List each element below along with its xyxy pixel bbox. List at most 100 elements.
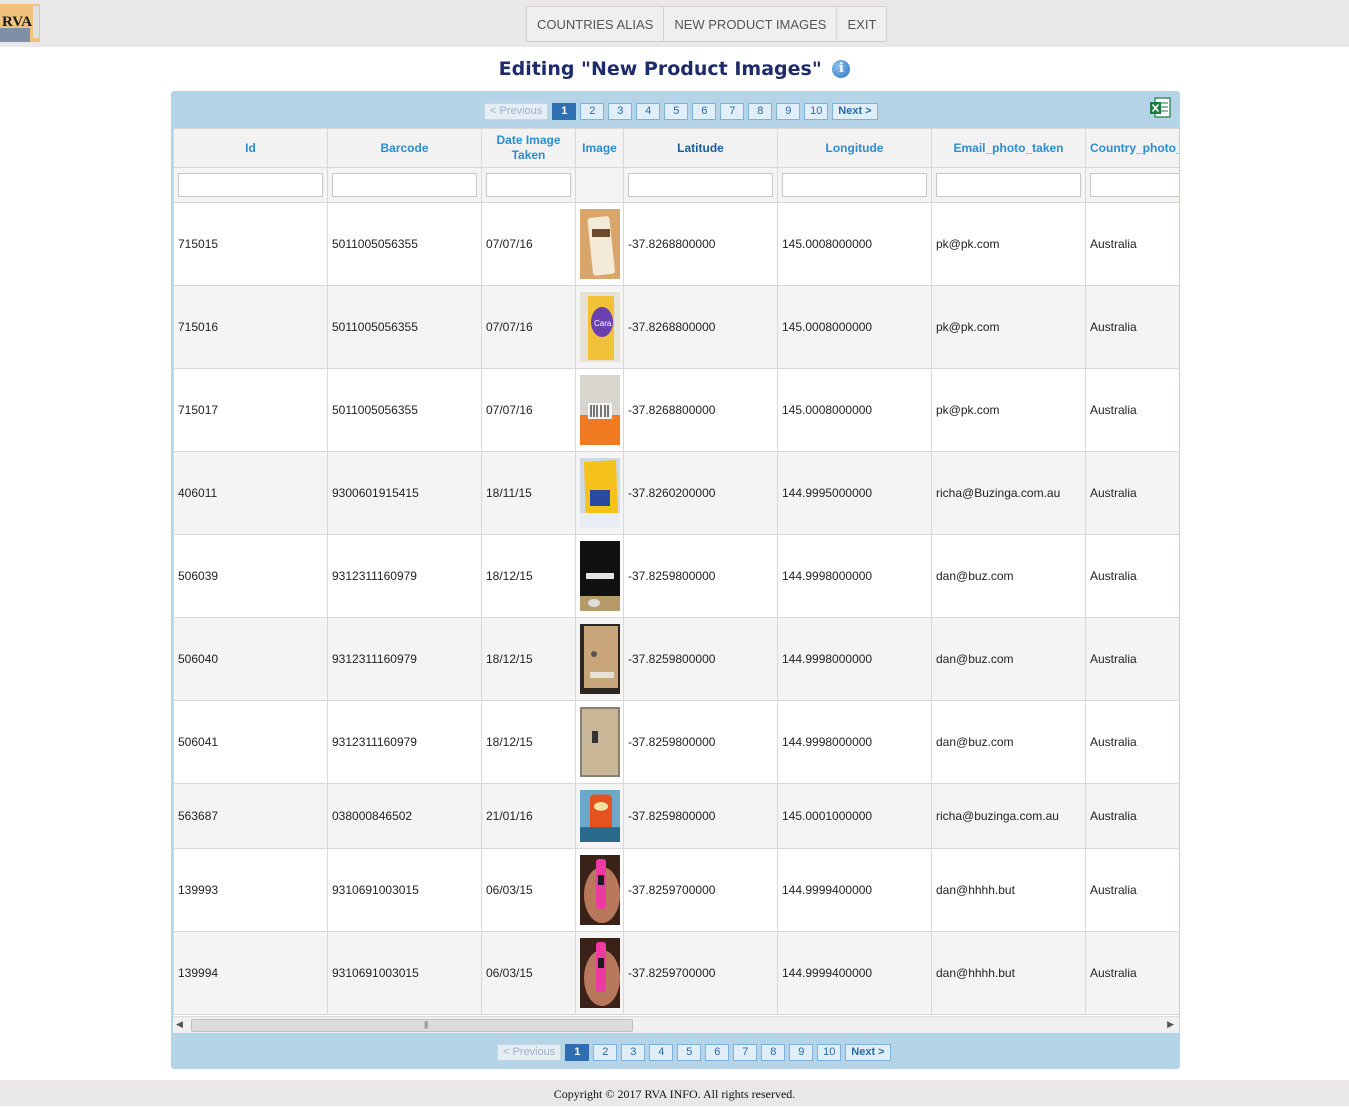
page-button-10[interactable]: 10 <box>804 103 829 120</box>
scrollbar-thumb[interactable]: ||| <box>191 1019 633 1032</box>
logo-text: RVA <box>2 14 32 30</box>
product-thumbnail[interactable] <box>580 541 620 611</box>
menu-countries-alias[interactable]: COUNTRIES ALIAS <box>527 7 665 41</box>
scroll-left-arrow-icon[interactable]: ◀ <box>176 1019 183 1030</box>
cell-image[interactable]: Cara <box>575 285 624 369</box>
column-header-barcode[interactable]: Barcode <box>327 128 482 168</box>
filter-input-email[interactable] <box>936 173 1081 197</box>
cell-image[interactable] <box>575 534 624 618</box>
product-thumbnail[interactable] <box>580 375 620 445</box>
menu-new-product-images[interactable]: NEW PRODUCT IMAGES <box>664 7 838 41</box>
cell-longitude: 145.0008000000 <box>777 285 932 369</box>
page-button-8[interactable]: 8 <box>748 103 773 120</box>
cell-image[interactable] <box>575 617 624 701</box>
product-thumbnail[interactable] <box>580 209 620 279</box>
page-button-9-bottom[interactable]: 9 <box>789 1044 814 1061</box>
table-row[interactable]: 506041 9312311160979 18/12/15 -37.825980000… <box>173 700 1179 784</box>
cell-longitude: 144.9998000000 <box>777 700 932 784</box>
product-thumbnail[interactable]: Cara <box>580 292 620 362</box>
column-header-image[interactable]: Image <box>575 128 624 168</box>
product-thumbnail[interactable] <box>580 458 620 528</box>
page-button-5[interactable]: 5 <box>664 103 689 120</box>
page-button-4-bottom[interactable]: 4 <box>649 1044 674 1061</box>
page-button-1[interactable]: 1 <box>552 103 577 120</box>
next-page-button[interactable]: Next > <box>832 103 878 120</box>
table-row[interactable]: 506039 9312311160979 18/12/15 -37.825980000… <box>173 534 1179 618</box>
cell-longitude: 145.0001000000 <box>777 783 932 849</box>
page-button-10-bottom[interactable]: 10 <box>817 1044 842 1061</box>
page-button-9[interactable]: 9 <box>776 103 801 120</box>
cell-barcode: 9300601915415 <box>327 451 482 535</box>
page-button-3[interactable]: 3 <box>608 103 633 120</box>
page-button-2-bottom[interactable]: 2 <box>593 1044 618 1061</box>
filter-input-date[interactable] <box>486 173 571 197</box>
page-button-2[interactable]: 2 <box>580 103 605 120</box>
cell-image[interactable] <box>575 202 624 286</box>
table-row[interactable]: 406011 9300601915415 18/11/15 -37.826020000… <box>173 451 1179 535</box>
menu-exit[interactable]: EXIT <box>837 7 886 41</box>
filter-input-id[interactable] <box>178 173 323 197</box>
table-row[interactable]: 715017 5011005056355 07/07/16 -37.826880000… <box>173 368 1179 452</box>
page-button-6[interactable]: 6 <box>692 103 717 120</box>
table-row[interactable]: 563687 038000846502 21/01/16 -37.8259800000… <box>173 783 1179 849</box>
cell-barcode: 9310691003015 <box>327 848 482 932</box>
cell-image[interactable] <box>575 451 624 535</box>
page-title: Editing "New Product Images" <box>498 58 822 80</box>
product-thumbnail[interactable] <box>580 855 620 925</box>
cell-country: Australia <box>1085 700 1179 784</box>
column-header-date-image-taken[interactable]: Date Image Taken <box>481 128 576 168</box>
cell-latitude: -37.8268800000 <box>623 368 778 452</box>
column-header-latitude[interactable]: Latitude <box>623 128 778 168</box>
cell-image[interactable] <box>575 848 624 932</box>
page-button-3-bottom[interactable]: 3 <box>621 1044 646 1061</box>
table-row[interactable]: 506040 9312311160979 18/12/15 -37.825980000… <box>173 617 1179 701</box>
cell-image[interactable] <box>575 931 624 1015</box>
info-icon[interactable]: i <box>832 60 851 78</box>
product-thumbnail[interactable] <box>580 707 620 777</box>
excel-export-icon[interactable] <box>1149 97 1171 119</box>
scroll-right-arrow-icon[interactable]: ▶ <box>1167 1019 1174 1030</box>
page-button-5-bottom[interactable]: 5 <box>677 1044 702 1061</box>
product-thumbnail[interactable] <box>580 624 620 694</box>
filter-input-longitude[interactable] <box>782 173 927 197</box>
cell-image[interactable] <box>575 368 624 452</box>
cell-country: Australia <box>1085 368 1179 452</box>
product-thumbnail[interactable] <box>580 938 620 1008</box>
cell-email: dan@buz.com <box>931 700 1086 784</box>
cell-date: 18/12/15 <box>481 534 576 618</box>
page-button-6-bottom[interactable]: 6 <box>705 1044 730 1061</box>
page-button-1-bottom[interactable]: 1 <box>565 1044 590 1061</box>
cell-image[interactable] <box>575 700 624 784</box>
previous-page-button-bottom[interactable]: < Previous <box>497 1044 562 1061</box>
table-row[interactable]: 715016 5011005056355 07/07/16 Cara -37.82688… <box>173 285 1179 369</box>
filter-input-latitude[interactable] <box>628 173 773 197</box>
next-page-button-bottom[interactable]: Next > <box>845 1044 891 1061</box>
filter-input-barcode[interactable] <box>332 173 477 197</box>
filter-input-country[interactable] <box>1090 173 1179 197</box>
cell-id: 506040 <box>173 617 328 701</box>
column-header-id[interactable]: Id <box>173 128 328 168</box>
cell-id: 506041 <box>173 700 328 784</box>
data-table: Id Barcode Date Image Taken Image Latitu… <box>173 128 1179 1015</box>
table-row[interactable]: 715015 5011005056355 07/07/16 -37.826880000… <box>173 202 1179 286</box>
page-button-8-bottom[interactable]: 8 <box>761 1044 786 1061</box>
pager-top: < Previous 1 2 3 4 5 6 7 8 9 10 Next > <box>484 103 878 120</box>
table-row[interactable]: 139994 9310691003015 06/03/15 -37.825970000… <box>173 931 1179 1015</box>
cell-date: 18/12/15 <box>481 700 576 784</box>
page-button-7-bottom[interactable]: 7 <box>733 1044 758 1061</box>
cell-date: 07/07/16 <box>481 202 576 286</box>
column-header-longitude[interactable]: Longitude <box>777 128 932 168</box>
previous-page-button[interactable]: < Previous <box>484 103 549 120</box>
product-thumbnail[interactable] <box>580 790 620 842</box>
horizontal-scrollbar[interactable]: ◀ ||| ▶ <box>173 1016 1179 1033</box>
cell-country: Australia <box>1085 451 1179 535</box>
page-button-7[interactable]: 7 <box>720 103 745 120</box>
column-header-email-photo-taken[interactable]: Email_photo_taken <box>931 128 1086 168</box>
rva-info-logo[interactable]: RVA <box>0 4 40 42</box>
cell-image[interactable] <box>575 783 624 849</box>
copyright-text: Copyright © 2017 RVA INFO. All rights re… <box>553 1087 796 1101</box>
column-header-country-photo-taken[interactable]: Country_photo_taken <box>1085 128 1179 168</box>
page-button-4[interactable]: 4 <box>636 103 661 120</box>
main-menu: COUNTRIES ALIAS NEW PRODUCT IMAGES EXIT <box>526 6 888 42</box>
table-row[interactable]: 139993 9310691003015 06/03/15 -37.825970000… <box>173 848 1179 932</box>
